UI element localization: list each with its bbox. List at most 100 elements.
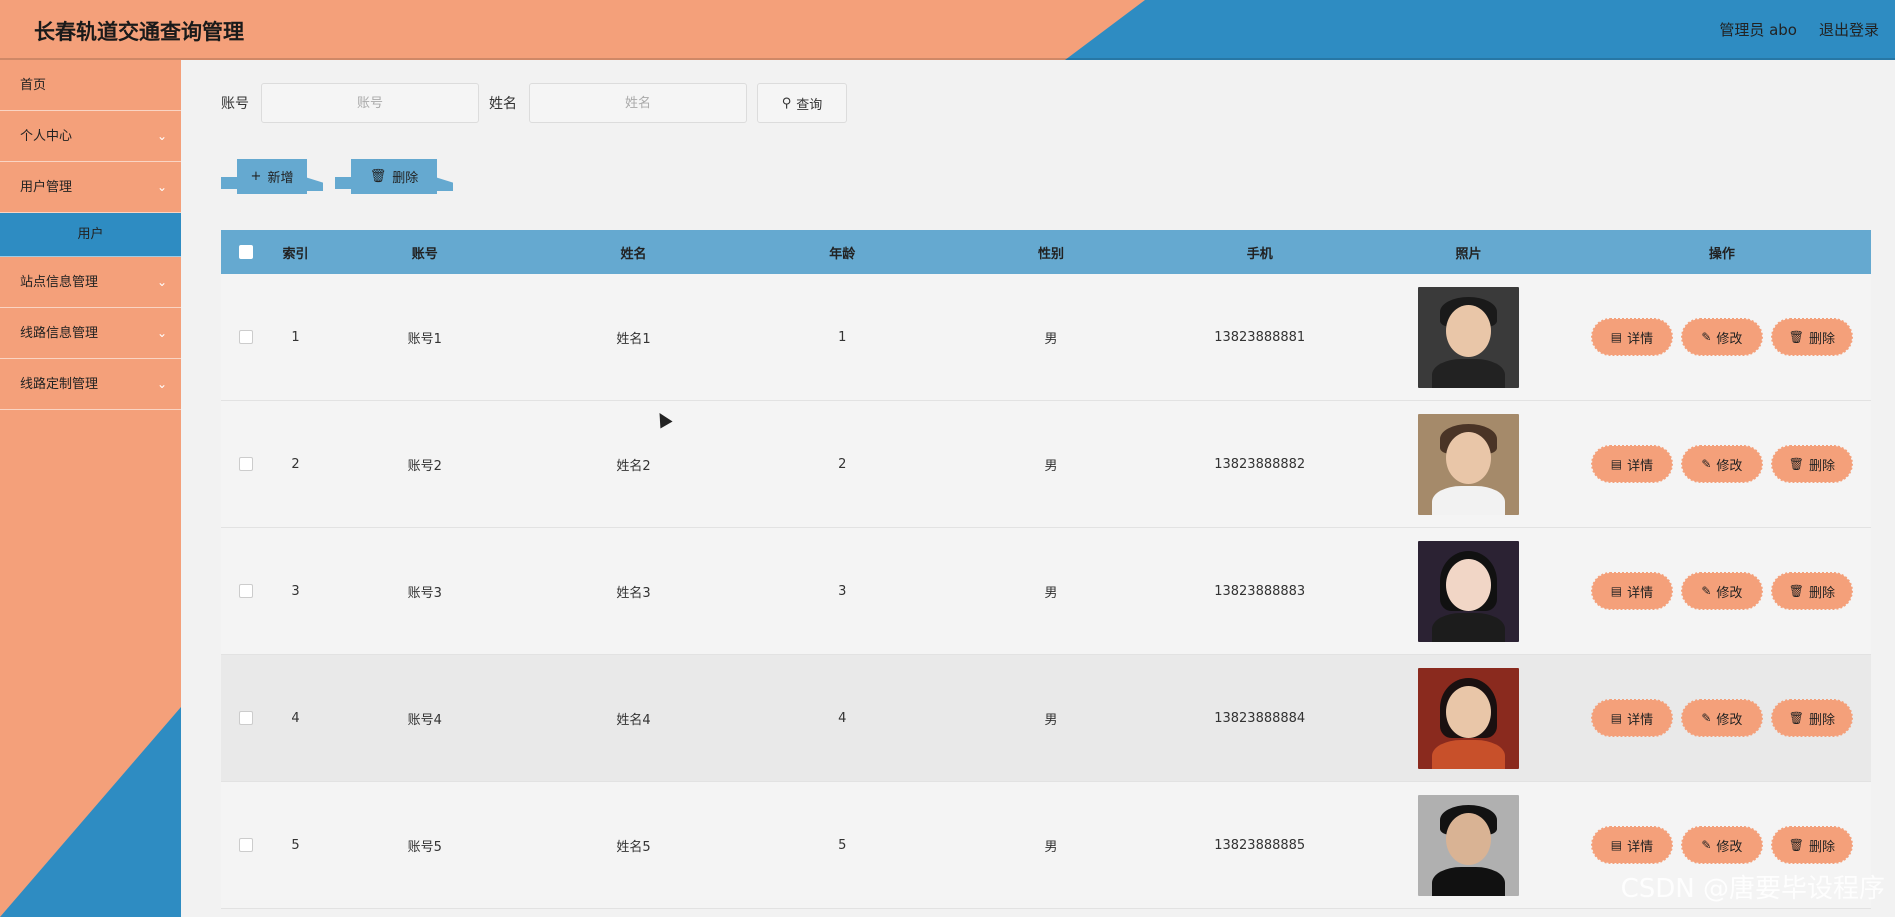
sidebar-item-personal-center[interactable]: 个人中心 ⌄ (0, 111, 181, 162)
delete-button[interactable]: 🗑 删除 (1770, 318, 1853, 356)
delete-button-label: 删除 (1809, 585, 1836, 601)
sidebar-subitem-user[interactable]: 用户 (0, 213, 181, 257)
user-photo[interactable] (1417, 794, 1519, 896)
current-user: 管理员 abo (1719, 21, 1797, 39)
edit-button[interactable]: ✎ 修改 (1680, 572, 1763, 610)
name-search-input[interactable] (529, 83, 747, 123)
delete-button-label: 删除 (1809, 458, 1836, 474)
sidebar-item-label: 首页 (20, 78, 47, 93)
column-header: 账号 (411, 246, 438, 262)
search-bar: 账号 姓名 ⚲ 查询 (221, 83, 847, 123)
user-photo[interactable] (1417, 667, 1519, 769)
phone-cell: 13823888882 (1214, 456, 1306, 472)
delete-button[interactable]: 🗑 删除 (1770, 445, 1853, 483)
detail-button-label: 详情 (1627, 331, 1654, 347)
trash-icon: 🗑 (1788, 330, 1805, 344)
sex-cell: 男 (1044, 712, 1058, 728)
delete-button-label: 删除 (1809, 331, 1836, 347)
query-button[interactable]: ⚲ 查询 (757, 83, 847, 123)
sidebar-item-label: 线路定制管理 (20, 377, 99, 392)
row-checkbox[interactable] (238, 330, 253, 344)
sex-cell: 男 (1044, 331, 1058, 347)
edit-button-label: 修改 (1716, 458, 1743, 474)
sidebar-item-user-management[interactable]: 用户管理 ⌄ (0, 162, 181, 213)
trash-icon: 🗑 (1788, 584, 1805, 598)
document-icon: ▤ (1610, 584, 1623, 598)
sidebar-item-line-custom-management[interactable]: 线路定制管理 ⌄ (0, 359, 181, 410)
column-header: 照片 (1455, 246, 1482, 262)
select-all-checkbox[interactable] (238, 245, 253, 259)
logout-link[interactable]: 退出登录 (1819, 19, 1879, 40)
column-header: 手机 (1246, 246, 1273, 262)
plus-icon: + (250, 169, 262, 184)
phone-cell: 13823888885 (1214, 837, 1306, 853)
account-cell: 账号3 (407, 585, 442, 601)
age-cell: 2 (838, 456, 847, 472)
account-cell: 账号2 (407, 458, 442, 474)
delete-button-label: 删除 (1809, 839, 1836, 855)
pencil-icon: ✎ (1701, 457, 1712, 471)
document-icon: ▤ (1610, 838, 1623, 852)
name-cell: 姓名5 (616, 839, 651, 855)
chevron-down-icon: ⌄ (156, 326, 167, 340)
batch-delete-button[interactable]: 🗑 删除 (351, 159, 437, 194)
name-cell: 姓名4 (616, 712, 651, 728)
add-button-label: 新增 (267, 171, 294, 186)
detail-button-label: 详情 (1627, 839, 1654, 855)
name-cell: 姓名2 (616, 458, 651, 474)
pencil-icon: ✎ (1701, 711, 1712, 725)
user-photo[interactable] (1417, 286, 1519, 388)
edit-button[interactable]: ✎ 修改 (1680, 826, 1763, 864)
row-checkbox[interactable] (238, 838, 253, 852)
document-icon: ▤ (1610, 457, 1623, 471)
sex-cell: 男 (1044, 585, 1058, 601)
trash-icon: 🗑 (1788, 457, 1805, 471)
document-icon: ▤ (1610, 330, 1623, 344)
pencil-icon: ✎ (1701, 330, 1712, 344)
edit-button[interactable]: ✎ 修改 (1680, 318, 1763, 356)
account-cell: 账号4 (407, 712, 442, 728)
row-checkbox[interactable] (238, 584, 253, 598)
trash-icon: 🗑 (1788, 838, 1805, 852)
detail-button[interactable]: ▤ 详情 (1590, 572, 1673, 610)
index-cell: 3 (291, 583, 300, 599)
pencil-icon: ✎ (1701, 838, 1712, 852)
chevron-down-icon: ⌄ (156, 377, 167, 391)
detail-button[interactable]: ▤ 详情 (1590, 445, 1673, 483)
edit-button-label: 修改 (1716, 331, 1743, 347)
detail-button-label: 详情 (1627, 585, 1654, 601)
app-title: 长春轨道交通查询管理 (34, 20, 244, 44)
sidebar-item-station-management[interactable]: 站点信息管理 ⌄ (0, 257, 181, 308)
index-cell: 5 (291, 837, 300, 853)
sidebar-item-label: 用户 (77, 227, 104, 242)
detail-button[interactable]: ▤ 详情 (1590, 318, 1673, 356)
chevron-down-icon: ⌄ (156, 129, 167, 143)
detail-button[interactable]: ▤ 详情 (1590, 826, 1673, 864)
watermark: CSDN @唐要毕设程序 (1620, 874, 1885, 904)
edit-button-label: 修改 (1716, 585, 1743, 601)
user-photo[interactable] (1417, 540, 1519, 642)
edit-button[interactable]: ✎ 修改 (1680, 699, 1763, 737)
name-cell: 姓名1 (616, 331, 651, 347)
delete-button[interactable]: 🗑 删除 (1770, 699, 1853, 737)
age-cell: 5 (838, 837, 847, 853)
delete-button[interactable]: 🗑 删除 (1770, 572, 1853, 610)
sidebar-item-line-management[interactable]: 线路信息管理 ⌄ (0, 308, 181, 359)
trash-icon: 🗑 (369, 169, 387, 184)
pencil-icon: ✎ (1701, 584, 1712, 598)
edit-button[interactable]: ✎ 修改 (1680, 445, 1763, 483)
account-search-input[interactable] (261, 83, 479, 123)
chevron-down-icon: ⌄ (156, 180, 167, 194)
edit-button-label: 修改 (1716, 712, 1743, 728)
phone-cell: 13823888883 (1214, 583, 1306, 599)
sidebar-item-label: 站点信息管理 (20, 275, 99, 290)
search-icon: ⚲ (781, 95, 792, 111)
delete-button[interactable]: 🗑 删除 (1770, 826, 1853, 864)
sidebar-item-home[interactable]: 首页 (0, 60, 181, 111)
row-checkbox[interactable] (238, 711, 253, 725)
detail-button[interactable]: ▤ 详情 (1590, 699, 1673, 737)
user-photo[interactable] (1417, 413, 1519, 515)
row-checkbox[interactable] (238, 457, 253, 471)
account-label: 账号 (221, 96, 249, 112)
add-button[interactable]: + 新增 (237, 159, 307, 194)
